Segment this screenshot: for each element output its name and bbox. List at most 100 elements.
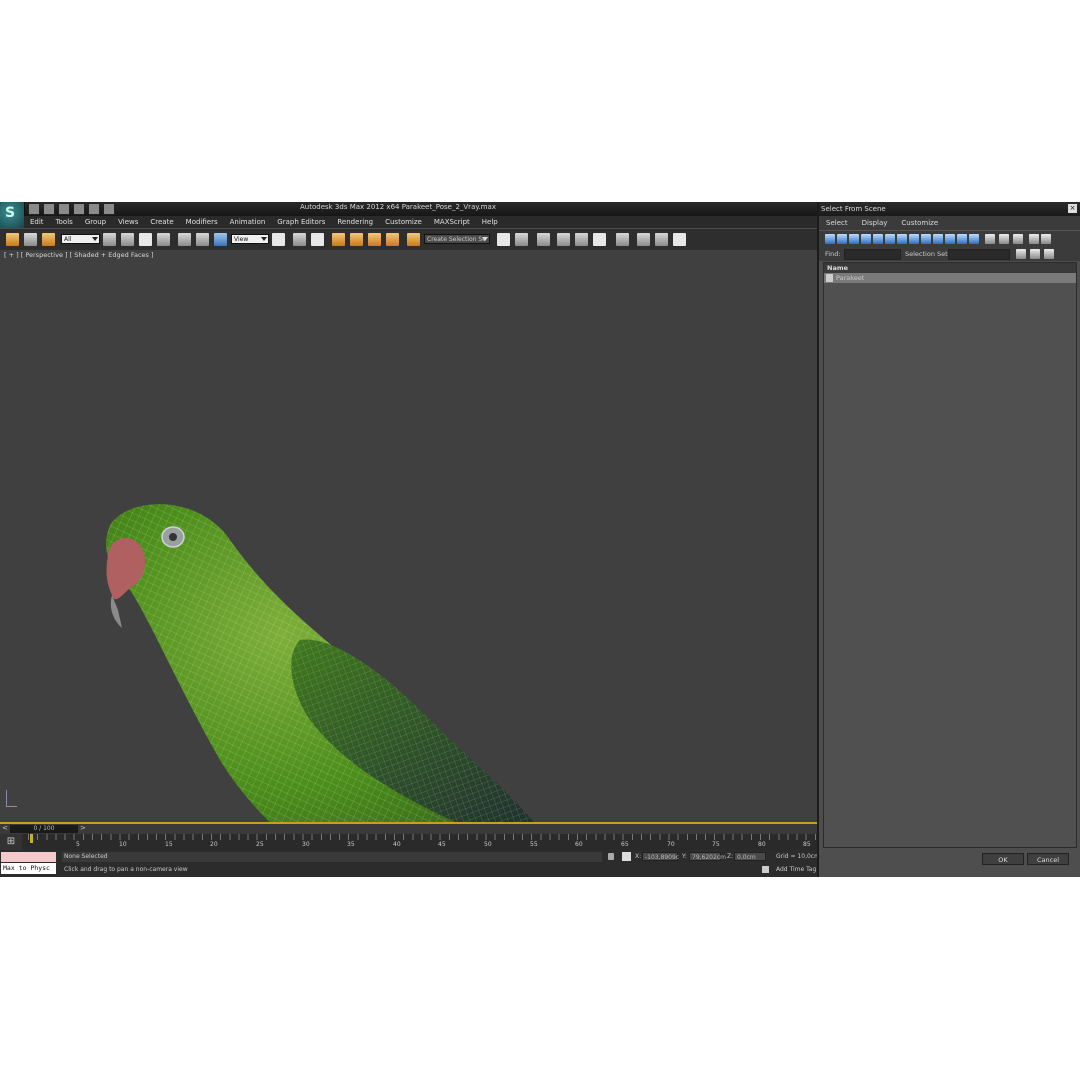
close-icon[interactable]: × xyxy=(1068,204,1077,213)
new-file-icon[interactable] xyxy=(28,203,40,215)
select-by-name-icon[interactable] xyxy=(121,233,134,246)
filter-options-icon[interactable] xyxy=(1041,234,1051,244)
menu-views[interactable]: Views xyxy=(112,216,144,228)
menu-customize[interactable]: Customize xyxy=(379,216,428,228)
time-slider-prev[interactable]: < xyxy=(2,824,8,832)
keyboard-shortcut-override-icon[interactable] xyxy=(311,233,324,246)
display-lights-icon[interactable] xyxy=(849,234,859,244)
display-geometry-icon[interactable] xyxy=(825,234,835,244)
z-coordinate-field[interactable]: 0,0cm xyxy=(734,852,766,861)
window-crossing-icon[interactable] xyxy=(157,233,170,246)
select-and-link-icon[interactable] xyxy=(6,233,19,246)
selection-filter-dropdown[interactable]: All xyxy=(61,234,100,244)
dialog-menu-customize[interactable]: Customize xyxy=(894,216,945,230)
display-shapes-icon[interactable] xyxy=(837,234,847,244)
app-logo-button[interactable]: S xyxy=(0,202,25,228)
menu-group[interactable]: Group xyxy=(79,216,112,228)
menu-graph-editors[interactable]: Graph Editors xyxy=(271,216,331,228)
maxscript-mini-listener[interactable]: Max to Physc xyxy=(0,850,58,877)
frame-ruler[interactable] xyxy=(28,834,817,850)
time-slider[interactable]: < 0 / 100 > xyxy=(0,824,817,834)
menu-animation[interactable]: Animation xyxy=(224,216,272,228)
spinner-snap-icon[interactable] xyxy=(386,233,399,246)
percent-snap-icon[interactable] xyxy=(368,233,381,246)
edit-named-selection-icon[interactable] xyxy=(407,233,420,246)
schematic-view-icon[interactable] xyxy=(593,233,606,246)
reference-coordinate-dropdown[interactable]: View xyxy=(231,234,269,244)
track-bar[interactable]: ⊞ 5 10 15 20 25 30 35 40 45 50 55 60 65 … xyxy=(0,834,817,850)
menu-modifiers[interactable]: Modifiers xyxy=(180,216,224,228)
save-file-icon[interactable] xyxy=(58,203,70,215)
display-containers-icon[interactable] xyxy=(933,234,943,244)
snaps-toggle-icon[interactable] xyxy=(332,233,345,246)
menu-edit[interactable]: Edit xyxy=(24,216,50,228)
menu-rendering[interactable]: Rendering xyxy=(331,216,379,228)
graphite-modeling-icon[interactable] xyxy=(557,233,570,246)
open-file-icon[interactable] xyxy=(43,203,55,215)
cancel-button[interactable]: Cancel xyxy=(1027,853,1069,865)
sync-selection-icon[interactable] xyxy=(1013,234,1023,244)
display-xrefs-icon[interactable] xyxy=(909,234,919,244)
menu-create[interactable]: Create xyxy=(144,216,179,228)
rendered-frame-window-icon[interactable] xyxy=(655,233,668,246)
maxscript-input[interactable]: Max to Physc xyxy=(1,863,56,874)
filter-icon[interactable] xyxy=(1029,234,1039,244)
select-and-manipulate-icon[interactable] xyxy=(293,233,306,246)
find-input[interactable] xyxy=(844,249,901,260)
rectangular-selection-icon[interactable] xyxy=(139,233,152,246)
select-and-rotate-icon[interactable] xyxy=(196,233,209,246)
undo-icon[interactable] xyxy=(73,203,85,215)
select-object-icon[interactable] xyxy=(103,233,116,246)
align-icon[interactable] xyxy=(515,233,528,246)
display-frozen-icon[interactable] xyxy=(945,234,955,244)
angle-snap-icon[interactable] xyxy=(350,233,363,246)
maxscript-output[interactable] xyxy=(1,852,56,862)
menu-maxscript[interactable]: MAXScript xyxy=(428,216,476,228)
display-groups-icon[interactable] xyxy=(897,234,907,244)
select-and-move-icon[interactable] xyxy=(178,233,191,246)
add-time-tag-button[interactable]: Add Time Tag xyxy=(776,866,816,873)
parakeet-model[interactable] xyxy=(0,250,817,825)
pivot-center-icon[interactable] xyxy=(272,233,285,246)
time-slider-next[interactable]: > xyxy=(80,824,86,832)
display-hidden-icon[interactable] xyxy=(957,234,967,244)
render-setup-icon[interactable] xyxy=(637,233,650,246)
list-item[interactable]: Parakeet xyxy=(824,273,1076,283)
time-tag-icon[interactable] xyxy=(762,866,769,873)
named-selection-set-dropdown[interactable]: Create Selection Se xyxy=(424,234,490,244)
column-header-name[interactable]: Name xyxy=(824,263,1076,273)
select-and-scale-icon[interactable] xyxy=(214,233,227,246)
display-all-icon[interactable] xyxy=(969,234,979,244)
invert-display-icon[interactable] xyxy=(999,234,1009,244)
x-coordinate-field[interactable]: -103,8909c xyxy=(642,852,679,861)
dialog-menu-select[interactable]: Select xyxy=(819,216,855,230)
redo-icon[interactable] xyxy=(88,203,100,215)
display-none-icon[interactable] xyxy=(985,234,995,244)
dialog-menu-display[interactable]: Display xyxy=(855,216,895,230)
edit-selection-set-icon[interactable] xyxy=(1030,249,1040,259)
absolute-mode-icon[interactable] xyxy=(622,852,631,861)
display-space-warps-icon[interactable] xyxy=(885,234,895,244)
display-helpers-icon[interactable] xyxy=(873,234,883,244)
mirror-icon[interactable] xyxy=(497,233,510,246)
menu-help[interactable]: Help xyxy=(476,216,504,228)
delete-selection-set-icon[interactable] xyxy=(1044,249,1054,259)
material-editor-icon[interactable] xyxy=(616,233,629,246)
mini-curve-editor-icon[interactable]: ⊞ xyxy=(0,834,22,850)
perspective-viewport[interactable]: [ + ] [ Perspective ] [ Shaded + Edged F… xyxy=(0,250,817,825)
create-selection-set-icon[interactable] xyxy=(1016,249,1026,259)
ok-button[interactable]: OK xyxy=(982,853,1024,865)
playhead[interactable] xyxy=(30,834,33,843)
scene-object-list[interactable]: Name Parakeet xyxy=(823,262,1077,848)
frame-display[interactable]: 0 / 100 xyxy=(10,825,78,833)
unlink-selection-icon[interactable] xyxy=(24,233,37,246)
layer-manager-icon[interactable] xyxy=(537,233,550,246)
render-production-icon[interactable] xyxy=(673,233,686,246)
project-folder-icon[interactable] xyxy=(103,203,115,215)
lock-icon[interactable] xyxy=(608,853,614,860)
menu-tools[interactable]: Tools xyxy=(50,216,79,228)
selection-set-dropdown[interactable] xyxy=(948,249,1010,260)
bind-to-space-warp-icon[interactable] xyxy=(42,233,55,246)
display-cameras-icon[interactable] xyxy=(861,234,871,244)
y-coordinate-field[interactable]: 79,6202cm xyxy=(689,852,726,861)
